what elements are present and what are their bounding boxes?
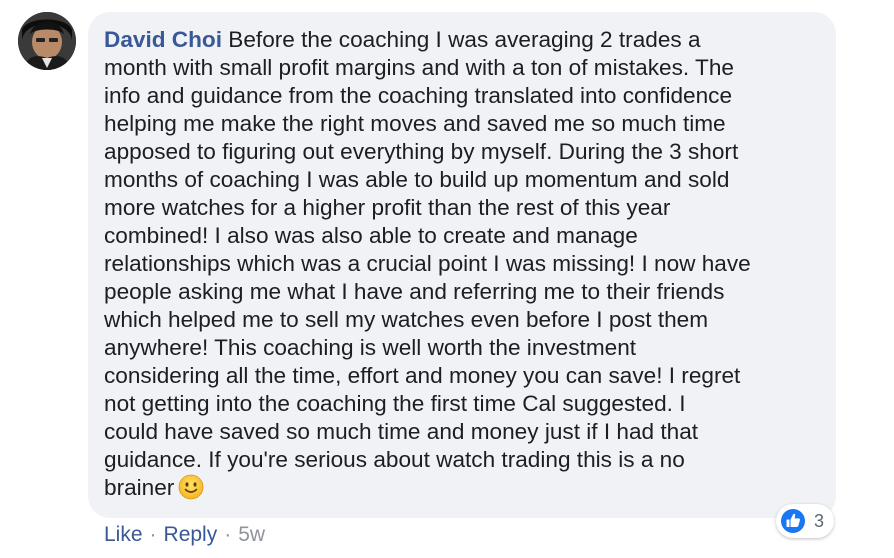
reaction-count: 3 <box>814 510 825 531</box>
comment-text: David Choi Before the coaching I was ave… <box>104 26 828 507</box>
avatar[interactable] <box>18 12 76 70</box>
reactions-summary[interactable]: 3 <box>776 504 835 538</box>
like-button[interactable]: Like <box>104 521 143 549</box>
comment-bubble: David Choi Before the coaching I was ave… <box>88 12 836 518</box>
like-icon <box>781 509 805 533</box>
slightly-smiling-face-icon <box>178 474 204 507</box>
comment-actions: Like · Reply · 5w <box>104 521 265 549</box>
reply-button[interactable]: Reply <box>164 521 218 549</box>
author-name-link[interactable]: David Choi <box>104 27 222 52</box>
comment-body: Before the coaching I was averaging 2 tr… <box>104 27 751 500</box>
separator-dot: · <box>149 523 157 546</box>
comment-timestamp[interactable]: 5w <box>238 521 265 549</box>
profile-photo <box>18 12 76 70</box>
separator-dot: · <box>224 523 232 546</box>
